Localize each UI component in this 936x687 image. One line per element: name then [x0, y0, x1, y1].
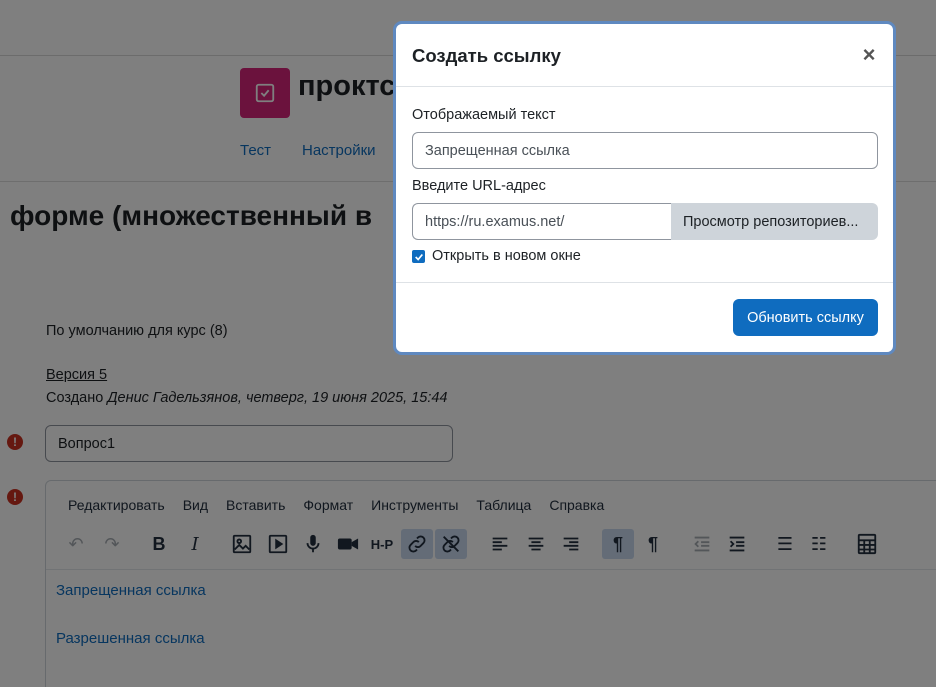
url-input[interactable]: https://ru.examus.net/: [412, 203, 672, 240]
create-link-dialog: Создать ссылку × Отображаемый текст Запр…: [393, 21, 896, 355]
close-icon[interactable]: ×: [858, 44, 880, 66]
dialog-header: Создать ссылку ×: [396, 24, 893, 87]
browse-repositories-button[interactable]: Просмотр репозиториев...: [671, 203, 878, 240]
display-text-input[interactable]: Запрещенная ссылка: [412, 132, 878, 169]
url-input-group: https://ru.examus.net/ Просмотр репозито…: [412, 203, 878, 240]
checkmark-icon: [414, 253, 423, 261]
dialog-footer-divider: [396, 282, 893, 283]
display-text-label: Отображаемый текст: [412, 107, 556, 123]
dialog-title: Создать ссылку: [412, 45, 561, 66]
open-new-window-checkbox[interactable]: [412, 250, 425, 263]
update-link-button[interactable]: Обновить ссылку: [733, 299, 878, 336]
open-new-window-label[interactable]: Открыть в новом окне: [432, 248, 581, 264]
url-label: Введите URL-адрес: [412, 178, 546, 194]
